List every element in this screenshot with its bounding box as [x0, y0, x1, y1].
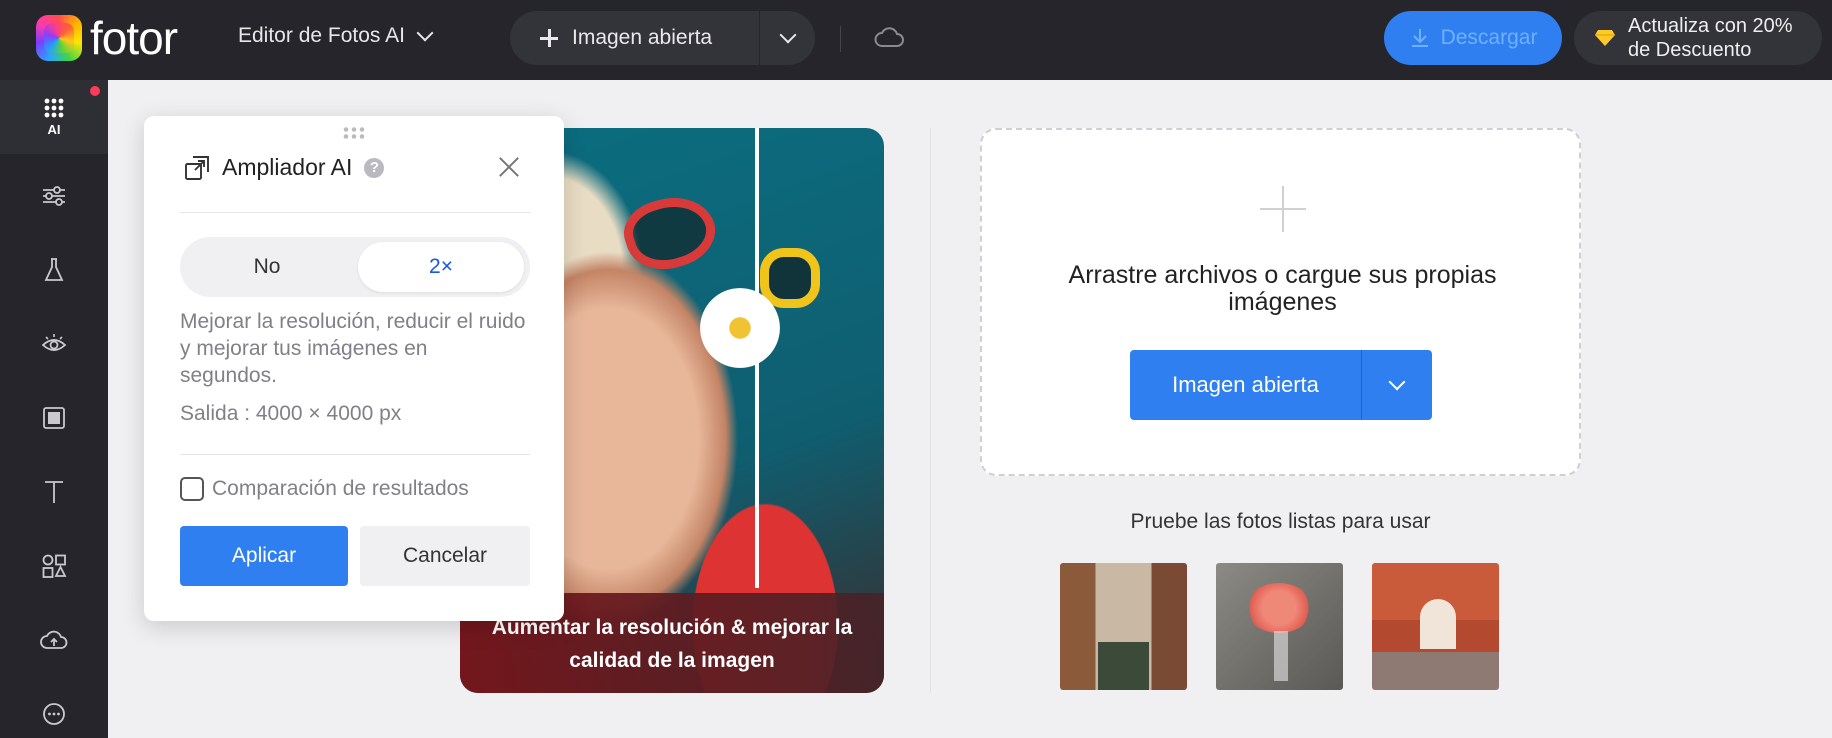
- option-2x[interactable]: 2×: [358, 242, 524, 292]
- preview-detail: [760, 248, 820, 308]
- chevron-down-icon: [779, 26, 796, 44]
- fotor-logo-icon: [36, 15, 82, 61]
- output-size: Salida : 4000 × 4000 px: [180, 402, 402, 425]
- divider: [930, 128, 931, 693]
- fotor-logo[interactable]: fotor: [36, 12, 178, 64]
- ai-upscaler-panel: Ampliador AI ? No 2× Mejorar la resoluci…: [144, 116, 564, 621]
- frame-icon: [43, 407, 65, 429]
- open-image-label: Imagen abierta: [572, 26, 713, 49]
- divider: [180, 454, 530, 455]
- eye-icon: [41, 334, 67, 351]
- panel-title: Ampliador AI: [222, 154, 353, 180]
- dropzone-open-image-button[interactable]: Imagen abierta: [1130, 350, 1362, 420]
- rail-item-more[interactable]: [0, 677, 108, 738]
- diamond-icon: [1595, 30, 1615, 46]
- preview-detail: [616, 185, 724, 281]
- divider: [180, 212, 530, 213]
- upgrade-line-1: Actualiza con 20%: [1628, 15, 1793, 37]
- cloud-upload-icon: [40, 630, 68, 649]
- rail-item-adjust[interactable]: [0, 159, 108, 233]
- upgrade-line-2: de Descuento: [1628, 39, 1752, 61]
- samples-title: Pruebe las fotos listas para usar: [1130, 510, 1431, 533]
- panel-description: Mejorar la resolución, reducir el ruido …: [180, 310, 526, 387]
- chevron-down-icon: [1388, 373, 1406, 391]
- rail-item-elements[interactable]: [0, 529, 108, 603]
- plus-icon: [540, 29, 558, 47]
- dropzone-open-button-group: Imagen abierta: [1130, 350, 1432, 420]
- top-bar: fotor Editor de Fotos AI Imagen abierta …: [0, 0, 1832, 80]
- dropzone-text: Arrastre archivos o cargue sus propias i…: [1068, 261, 1497, 316]
- left-toolbar: AI: [0, 80, 108, 738]
- cancel-button[interactable]: Cancelar: [360, 526, 530, 586]
- text-icon: [45, 481, 63, 503]
- preview-detail: [700, 288, 780, 368]
- open-image-button-group: Imagen abierta: [510, 11, 815, 65]
- option-no[interactable]: No: [180, 237, 354, 297]
- chevron-down-icon: [416, 24, 434, 42]
- logo-text: fotor: [90, 12, 178, 64]
- rail-item-frames[interactable]: [0, 381, 108, 455]
- sample-thumb-venice[interactable]: [1060, 563, 1187, 690]
- compare-results-label: Comparación de resultados: [212, 477, 469, 500]
- close-icon[interactable]: [498, 156, 520, 178]
- shapes-icon: [42, 554, 67, 578]
- help-icon[interactable]: ?: [364, 157, 385, 178]
- mode-label: Editor de Fotos AI: [238, 24, 405, 47]
- apply-button[interactable]: Aplicar: [180, 526, 348, 586]
- download-label: Descargar: [1440, 26, 1538, 49]
- sliders-icon: [43, 186, 65, 206]
- rail-item-effects[interactable]: [0, 233, 108, 307]
- download-icon: [1411, 29, 1428, 47]
- sample-thumb-flowers[interactable]: [1216, 563, 1343, 690]
- flask-icon: [44, 258, 64, 281]
- compare-results-checkbox[interactable]: Comparación de resultados: [180, 477, 469, 501]
- mode-dropdown[interactable]: Editor de Fotos AI: [238, 24, 434, 48]
- scale-toggle: No 2×: [180, 237, 530, 297]
- upscale-icon: [185, 155, 209, 180]
- cloud-icon[interactable]: [874, 26, 904, 53]
- rail-item-beauty[interactable]: [0, 307, 108, 381]
- rail-item-text[interactable]: [0, 455, 108, 529]
- notification-dot: [90, 86, 100, 96]
- sample-thumb-archway[interactable]: [1372, 563, 1499, 690]
- upload-dropzone[interactable]: Arrastre archivos o cargue sus propias i…: [980, 128, 1581, 476]
- dropzone-open-dropdown[interactable]: [1362, 350, 1432, 420]
- rail-item-ai-label: AI: [47, 122, 61, 137]
- panel-header: Ampliador AI ?: [184, 154, 385, 181]
- divider: [840, 26, 841, 52]
- checkbox-box[interactable]: [180, 477, 204, 501]
- more-icon: [43, 703, 65, 725]
- grid-dots-icon: [44, 98, 64, 118]
- drag-handle-icon[interactable]: [342, 126, 366, 140]
- upgrade-button[interactable]: Actualiza con 20% de Descuento: [1574, 11, 1822, 65]
- download-button[interactable]: Descargar: [1384, 11, 1562, 65]
- plus-icon: [1260, 186, 1306, 232]
- open-image-dropdown[interactable]: [760, 11, 815, 65]
- rail-item-upload[interactable]: [0, 603, 108, 677]
- compare-split-line[interactable]: [755, 128, 759, 588]
- open-image-button[interactable]: Imagen abierta: [510, 11, 760, 65]
